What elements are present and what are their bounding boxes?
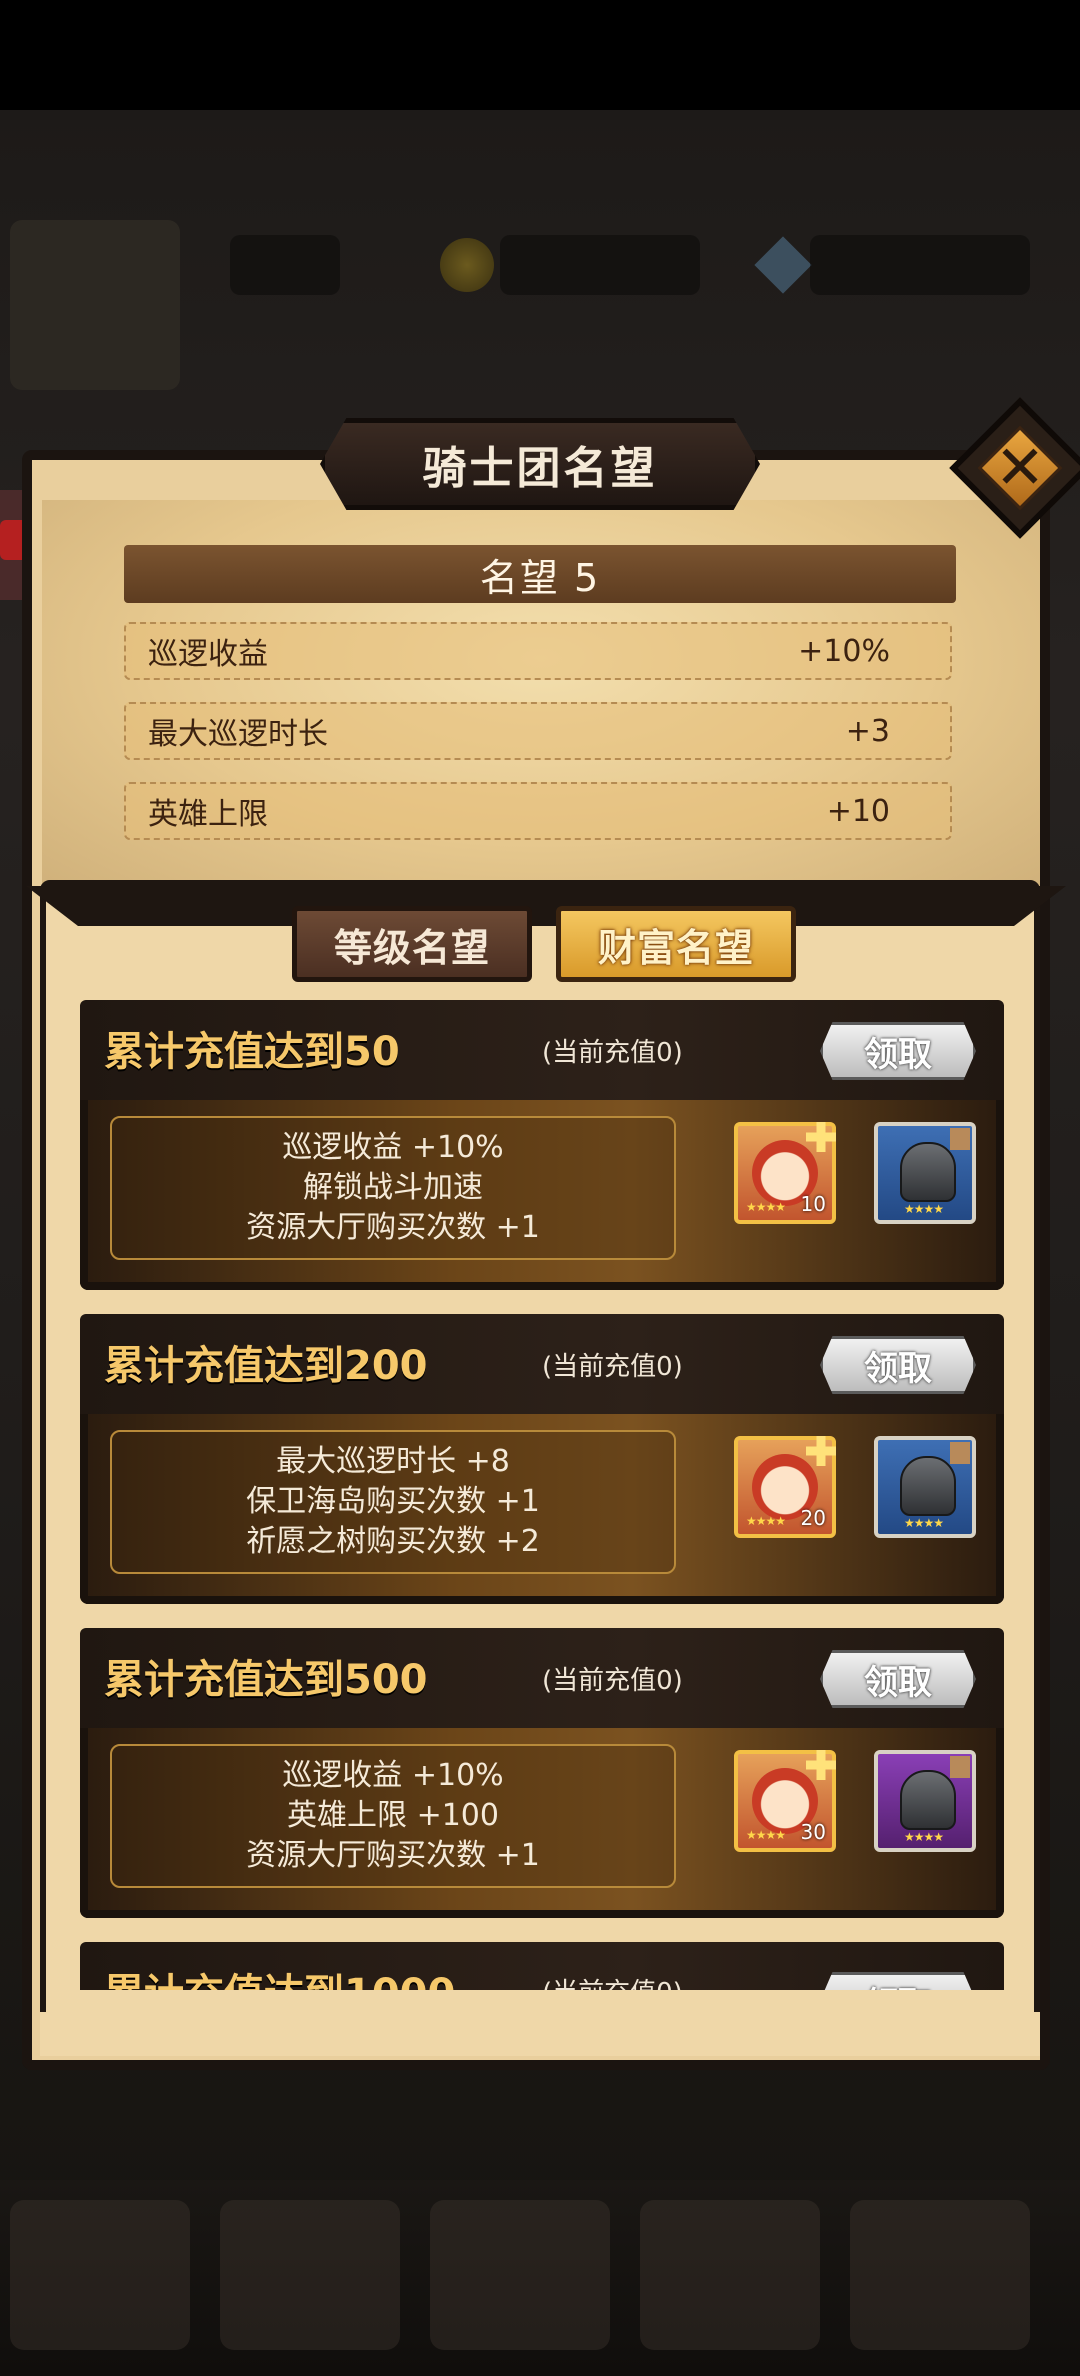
equipment-type-icon bbox=[950, 1756, 970, 1778]
reward-count: 10 bbox=[800, 1192, 826, 1216]
system-status-bar bbox=[0, 0, 1080, 110]
panel-bottom-edge bbox=[40, 2012, 1040, 2056]
armor-reward-icon[interactable]: ★★★★ bbox=[874, 1750, 976, 1852]
tier-title: 累计充值达到1000 bbox=[104, 1960, 455, 1990]
shard-plus-icon bbox=[806, 1436, 836, 1466]
reward-line: 资源大厅购买次数 +1 bbox=[246, 1210, 540, 1245]
bonus-label: 最大巡逻时长 bbox=[148, 717, 328, 752]
tier-card: 累计充值达到500 (当前充值0) 领取 巡逻收益 +10% 英雄上限 +100… bbox=[80, 1628, 1004, 1918]
tier-current-recharge: (当前充值0) bbox=[542, 1962, 683, 1991]
helmet-icon bbox=[900, 1770, 956, 1830]
reward-line: 解锁战斗加速 bbox=[303, 1170, 483, 1205]
nav-slot-icon bbox=[10, 2200, 190, 2350]
dialog-title: 骑士团名望 bbox=[422, 443, 658, 494]
tab-wealth-reputation[interactable]: 财富名望 bbox=[556, 906, 796, 982]
claim-button[interactable]: 领取 bbox=[820, 1336, 976, 1394]
reward-count: 30 bbox=[800, 1820, 826, 1844]
reward-line: 祈愿之树购买次数 +2 bbox=[246, 1524, 540, 1559]
reward-line: 巡逻收益 +10% bbox=[282, 1758, 504, 1793]
shard-plus-icon bbox=[806, 1750, 836, 1780]
star-rating: ★★★★ bbox=[746, 1514, 786, 1528]
tier-rewards-text: 巡逻收益 +10% 英雄上限 +100 资源大厅购买次数 +1 bbox=[110, 1744, 676, 1888]
bonus-row: 英雄上限 +10 bbox=[124, 782, 952, 840]
star-rating: ★★★★ bbox=[746, 1200, 786, 1214]
claim-button[interactable]: 领取 bbox=[820, 1022, 976, 1080]
tier-current-recharge: (当前充值0) bbox=[542, 1351, 683, 1382]
helmet-icon bbox=[900, 1456, 956, 1516]
hero-shard-reward-icon[interactable]: ★★★★ 30 bbox=[734, 1750, 836, 1852]
bonus-value: +10% bbox=[798, 633, 890, 669]
claim-button[interactable]: 领取 bbox=[820, 1972, 976, 1990]
equipment-type-icon bbox=[950, 1128, 970, 1150]
reward-line: 保卫海岛购买次数 +1 bbox=[246, 1484, 540, 1519]
gem-amount-dimmed bbox=[810, 235, 1030, 295]
bonus-row: 巡逻收益 +10% bbox=[124, 622, 952, 680]
gold-coin-icon bbox=[440, 238, 494, 292]
tier-current-recharge: (当前充值0) bbox=[542, 1037, 683, 1068]
star-rating: ★★★★ bbox=[904, 1516, 944, 1530]
tier-card: 累计充值达到50 (当前充值0) 领取 巡逻收益 +10% 解锁战斗加速 资源大… bbox=[80, 1000, 1004, 1290]
tier-title: 累计充值达到500 bbox=[104, 1657, 428, 1703]
tier-current-recharge: (当前充值0) bbox=[542, 1665, 683, 1696]
star-rating: ★★★★ bbox=[746, 1828, 786, 1842]
bonus-value: +10 bbox=[826, 793, 890, 829]
nav-slot-icon bbox=[850, 2200, 1030, 2350]
hero-shard-reward-icon[interactable]: ★★★★ 10 bbox=[734, 1122, 836, 1224]
tier-title: 累计充值达到50 bbox=[104, 1029, 400, 1075]
close-icon[interactable]: ✕ bbox=[970, 418, 1070, 518]
tier-body: 最大巡逻时长 +8 保卫海岛购买次数 +1 祈愿之树购买次数 +2 ★★★★ 2… bbox=[80, 1414, 1004, 1604]
player-avatar-dimmed bbox=[10, 220, 180, 390]
gold-amount-dimmed bbox=[500, 235, 700, 295]
tier-header: 累计充值达到500 (当前充值0) 领取 bbox=[80, 1628, 1004, 1728]
bonus-value: +3 bbox=[845, 713, 890, 749]
bonus-label: 英雄上限 bbox=[148, 797, 268, 832]
shard-plus-icon bbox=[806, 1122, 836, 1152]
armor-reward-icon[interactable]: ★★★★ bbox=[874, 1436, 976, 1538]
claim-button[interactable]: 领取 bbox=[820, 1650, 976, 1708]
hero-shard-reward-icon[interactable]: ★★★★ 20 bbox=[734, 1436, 836, 1538]
tier-header: 累计充值达到50 (当前充值0) 领取 bbox=[80, 1000, 1004, 1100]
tier-title: 累计充值达到200 bbox=[104, 1343, 428, 1389]
tier-rewards-text: 巡逻收益 +10% 解锁战斗加速 资源大厅购买次数 +1 bbox=[110, 1116, 676, 1260]
nav-slot-icon bbox=[640, 2200, 820, 2350]
tab-level-reputation[interactable]: 等级名望 bbox=[292, 906, 532, 982]
star-rating: ★★★★ bbox=[904, 1830, 944, 1844]
tier-card-partial: 累计充值达到1000 (当前充值0) 领取 bbox=[80, 1942, 1004, 1990]
bonus-label: 巡逻收益 bbox=[148, 637, 268, 672]
nav-slot-icon bbox=[430, 2200, 610, 2350]
tier-body: 巡逻收益 +10% 英雄上限 +100 资源大厅购买次数 +1 ★★★★ 30 … bbox=[80, 1728, 1004, 1918]
equipment-type-icon bbox=[950, 1442, 970, 1464]
reward-line: 最大巡逻时长 +8 bbox=[276, 1444, 510, 1479]
reputation-level: 名望 5 bbox=[124, 545, 956, 603]
reward-line: 英雄上限 +100 bbox=[287, 1798, 499, 1833]
star-rating: ★★★★ bbox=[904, 1202, 944, 1216]
armor-reward-icon[interactable]: ★★★★ bbox=[874, 1122, 976, 1224]
tier-list[interactable]: 累计充值达到50 (当前充值0) 领取 巡逻收益 +10% 解锁战斗加速 资源大… bbox=[80, 1000, 1010, 1990]
helmet-icon bbox=[900, 1142, 956, 1202]
reward-count: 20 bbox=[800, 1506, 826, 1530]
tier-card: 累计充值达到200 (当前充值0) 领取 最大巡逻时长 +8 保卫海岛购买次数 … bbox=[80, 1314, 1004, 1604]
tier-body: 巡逻收益 +10% 解锁战斗加速 资源大厅购买次数 +1 ★★★★ 10 ★★★… bbox=[80, 1100, 1004, 1290]
nav-slot-icon bbox=[220, 2200, 400, 2350]
reward-line: 巡逻收益 +10% bbox=[282, 1130, 504, 1165]
tier-header: 累计充值达到200 (当前充值0) 领取 bbox=[80, 1314, 1004, 1414]
tier-rewards-text: 最大巡逻时长 +8 保卫海岛购买次数 +1 祈愿之树购买次数 +2 bbox=[110, 1430, 676, 1574]
reward-line: 资源大厅购买次数 +1 bbox=[246, 1838, 540, 1873]
player-name-dimmed bbox=[230, 235, 340, 295]
bonus-row: 最大巡逻时长 +3 bbox=[124, 702, 952, 760]
